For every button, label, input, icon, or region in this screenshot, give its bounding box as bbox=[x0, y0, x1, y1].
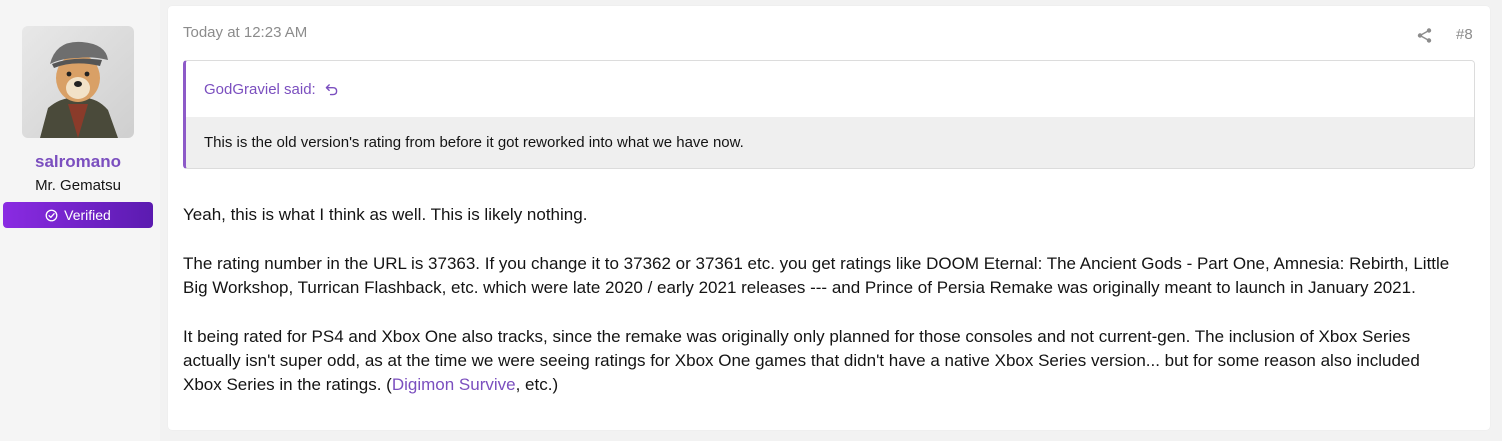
user-title: Mr. Gematsu bbox=[35, 177, 121, 194]
quote-header: GodGraviel said: bbox=[186, 61, 1474, 117]
paragraph-line: Big Workshop, Turrican Flashback, etc. w… bbox=[183, 278, 1416, 297]
user-avatar[interactable] bbox=[22, 26, 134, 138]
message-paragraph-2: The rating number in the URL is 37363. I… bbox=[183, 252, 1478, 300]
paragraph-line: actually isn't super odd, as at the time… bbox=[183, 351, 1420, 370]
paragraph-line: It being rated for PS4 and Xbox One also… bbox=[183, 327, 1411, 346]
paragraph-line: , etc.) bbox=[515, 375, 559, 394]
reply-arrow-icon[interactable] bbox=[325, 83, 338, 96]
digimon-survive-link[interactable]: Digimon Survive bbox=[392, 375, 516, 394]
verified-label: Verified bbox=[64, 207, 111, 223]
verified-badge: Verified bbox=[3, 202, 153, 228]
message-paragraph-3: It being rated for PS4 and Xbox One also… bbox=[183, 325, 1478, 397]
paragraph-line: Xbox Series in the ratings. ( bbox=[183, 375, 392, 394]
message-paragraph-1: Yeah, this is what I think as well. This… bbox=[183, 203, 1478, 227]
dog-in-cap-avatar-icon bbox=[22, 26, 134, 138]
post-timestamp[interactable]: Today at 12:23 AM bbox=[183, 24, 307, 41]
paragraph-text: Yeah, this is what I think as well. This… bbox=[183, 205, 588, 224]
quote-block: GodGraviel said: This is the old version… bbox=[183, 60, 1475, 169]
username-link[interactable]: salromano bbox=[0, 152, 156, 172]
quote-author-link[interactable]: GodGraviel said: bbox=[204, 81, 316, 98]
post-number-link[interactable]: #8 bbox=[1456, 26, 1473, 43]
check-circle-icon bbox=[45, 209, 58, 221]
quote-text: This is the old version's rating from be… bbox=[186, 117, 1474, 168]
share-icon[interactable] bbox=[1416, 27, 1433, 44]
paragraph-line: The rating number in the URL is 37363. I… bbox=[183, 254, 1450, 273]
user-sidebar: salromano Mr. Gematsu Verified bbox=[0, 0, 160, 441]
post-body: Today at 12:23 AM #8 GodGraviel said: Th… bbox=[168, 6, 1490, 430]
post-message: Yeah, this is what I think as well. This… bbox=[183, 203, 1478, 422]
